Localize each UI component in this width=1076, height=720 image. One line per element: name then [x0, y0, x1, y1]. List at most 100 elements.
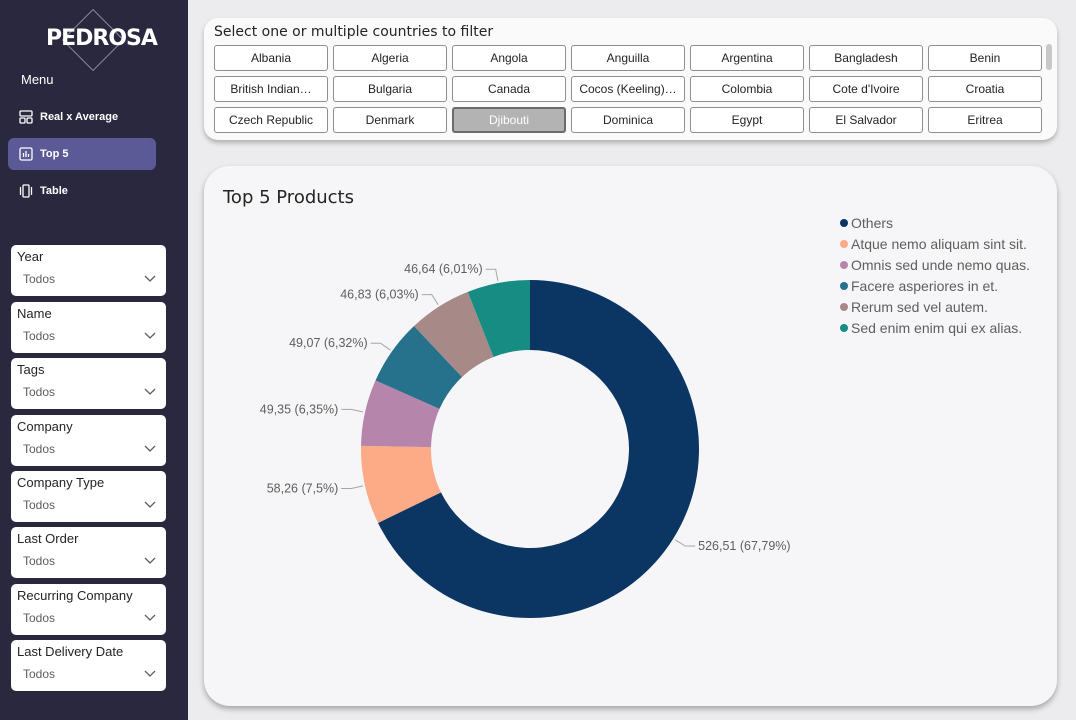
data-label: 49,07 (6,32%)	[289, 336, 368, 350]
filter-value: Todos	[23, 329, 56, 343]
country-button[interactable]: Denmark	[333, 107, 447, 133]
data-label: 46,64 (6,01%)	[404, 262, 483, 276]
legend-label: Rerum sed vel autem.	[851, 299, 988, 315]
leader-line	[370, 342, 391, 351]
bar-chart-icon	[18, 146, 34, 162]
country-button[interactable]: Dominica	[571, 107, 685, 133]
filter-label: Tags	[17, 362, 45, 377]
data-label: 526,51 (67,79%)	[698, 539, 790, 553]
legend-marker	[840, 240, 848, 248]
country-button[interactable]: El Salvador	[809, 107, 923, 133]
filter-label: Last Delivery Date	[17, 644, 124, 659]
legend-item[interactable]: Rerum sed vel autem.	[840, 299, 988, 315]
filter-dropdown[interactable]: Todos	[23, 442, 159, 460]
data-label: 46,83 (6,03%)	[340, 288, 419, 302]
filter-dropdown[interactable]: Todos	[23, 554, 159, 572]
filter-value: Todos	[23, 554, 56, 568]
carousel-icon	[18, 183, 34, 199]
filter-tags: Tags Todos	[11, 358, 166, 409]
country-filter-panel: Select one or multiple countries to filt…	[204, 18, 1057, 140]
filter-last-order: Last Order Todos	[11, 527, 166, 578]
filter-dropdown[interactable]: Todos	[23, 498, 159, 516]
filter-value: Todos	[23, 498, 56, 512]
logo-text: PEDROSA	[46, 26, 158, 51]
nav-item-top-5[interactable]: Top 5	[8, 138, 156, 170]
filter-label: Company Type	[17, 475, 105, 490]
filter-year: Year Todos	[11, 245, 166, 296]
country-button[interactable]: Canada	[452, 76, 566, 102]
filter-dropdown[interactable]: Todos	[23, 385, 159, 403]
country-scrollbar[interactable]	[1046, 44, 1052, 70]
chevron-down-icon	[143, 441, 157, 455]
filter-dropdown[interactable]: Todos	[23, 272, 159, 290]
leader-line	[421, 294, 439, 306]
filter-recurring-company: Recurring Company Todos	[11, 584, 166, 635]
data-label: 49,35 (6,35%)	[260, 402, 339, 416]
country-button[interactable]: Czech Republic	[214, 107, 328, 133]
country-button[interactable]: Egypt	[690, 107, 804, 133]
country-button[interactable]: Djibouti	[452, 107, 566, 133]
leader-line	[674, 539, 696, 547]
country-button[interactable]: Argentina	[690, 45, 804, 71]
filter-label: Company	[17, 419, 73, 434]
data-label: 58,26 (7,5%)	[267, 481, 339, 495]
filter-dropdown[interactable]: Todos	[23, 611, 159, 629]
filter-dropdown[interactable]: Todos	[23, 329, 159, 347]
filter-value: Todos	[23, 272, 56, 286]
chevron-down-icon	[143, 666, 157, 680]
legend-label: Omnis sed unde nemo quas.	[851, 257, 1030, 273]
leader-line	[485, 268, 499, 282]
chevron-down-icon	[143, 553, 157, 567]
country-button[interactable]: Bangladesh	[809, 45, 923, 71]
legend-marker	[840, 303, 848, 311]
nav-item-label: Table	[40, 185, 68, 197]
layout-icon	[18, 109, 34, 125]
country-button[interactable]: Eritrea	[928, 107, 1042, 133]
legend-label: Others	[851, 215, 894, 231]
chart-panel: Top 5 Products 526,51 (67,79%) 58,26 (7,5…	[204, 166, 1057, 706]
country-button[interactable]: Anguilla	[571, 45, 685, 71]
country-button[interactable]: Cocos (Keeling)…	[571, 76, 685, 102]
chevron-down-icon	[143, 384, 157, 398]
filter-value: Todos	[23, 611, 56, 625]
filter-value: Todos	[23, 385, 56, 399]
country-button[interactable]: British Indian…	[214, 76, 328, 102]
legend-marker	[840, 324, 848, 332]
filter-dropdown[interactable]: Todos	[23, 667, 159, 685]
legend-item[interactable]: Atque nemo aliquam sint sit.	[840, 236, 1027, 252]
filter-last-delivery-date: Last Delivery Date Todos	[11, 640, 166, 691]
chevron-down-icon	[143, 610, 157, 624]
country-button[interactable]: Cote d'Ivoire	[809, 76, 923, 102]
legend-item[interactable]: Sed enim enim qui ex alias.	[840, 320, 1022, 336]
legend-marker	[840, 219, 848, 227]
country-button[interactable]: Angola	[452, 45, 566, 71]
country-button[interactable]: Algeria	[333, 45, 447, 71]
legend-marker	[840, 261, 848, 269]
leader-line	[341, 408, 364, 413]
nav-item-real-x-average[interactable]: Real x Average	[8, 101, 156, 133]
country-button[interactable]: Bulgaria	[333, 76, 447, 102]
legend-marker	[840, 282, 848, 290]
brand-logo: PEDROSA	[46, 8, 158, 72]
legend-label: Atque nemo aliquam sint sit.	[851, 236, 1027, 252]
chevron-down-icon	[143, 497, 157, 511]
legend-item[interactable]: Omnis sed unde nemo quas.	[840, 257, 1030, 273]
filter-label: Year	[17, 249, 44, 264]
country-filter-title: Select one or multiple countries to filt…	[214, 24, 494, 40]
filter-company: Company Todos	[11, 415, 166, 466]
legend-item[interactable]: Facere asperiores in et.	[840, 278, 998, 294]
country-button[interactable]: Croatia	[928, 76, 1042, 102]
filter-value: Todos	[23, 442, 56, 456]
filter-value: Todos	[23, 667, 56, 681]
chevron-down-icon	[143, 271, 157, 285]
country-button[interactable]: Benin	[928, 45, 1042, 71]
sidebar: PEDROSA Menu Real x Average Top 5 Table …	[0, 0, 188, 720]
legend-item[interactable]: Others	[840, 215, 893, 231]
country-button[interactable]: Colombia	[690, 76, 804, 102]
country-button[interactable]: Albania	[214, 45, 328, 71]
nav-item-table[interactable]: Table	[8, 175, 156, 207]
filter-label: Name	[17, 306, 52, 321]
legend-label: Sed enim enim qui ex alias.	[851, 320, 1023, 336]
filter-company-type: Company Type Todos	[11, 471, 166, 522]
legend-label: Facere asperiores in et.	[851, 278, 999, 294]
